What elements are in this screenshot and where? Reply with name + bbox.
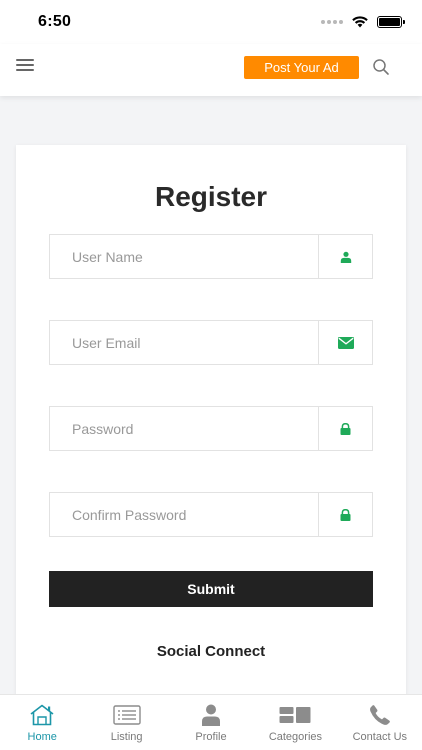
password-input[interactable] — [50, 407, 318, 450]
tab-contact-us[interactable]: Contact Us — [338, 695, 422, 750]
username-input[interactable] — [50, 235, 318, 278]
tab-label: Home — [27, 731, 57, 743]
phone-icon — [369, 703, 391, 727]
tab-listing[interactable]: Listing — [84, 695, 168, 750]
tab-profile[interactable]: Profile — [169, 695, 253, 750]
email-field — [49, 320, 373, 365]
tab-label: Profile — [195, 731, 227, 743]
status-bar: 6:50 — [0, 0, 422, 44]
tab-label: Categories — [268, 731, 323, 743]
tab-label: Contact Us — [352, 731, 408, 743]
bottom-tab-bar: Home Listing Profile Categories Contact … — [0, 694, 422, 750]
top-navigation: Post Your Ad — [0, 44, 422, 96]
post-your-ad-button[interactable]: Post Your Ad — [244, 56, 359, 79]
page-title: Register — [154, 181, 268, 212]
hamburger-menu-icon[interactable] — [16, 59, 34, 73]
username-field — [49, 234, 373, 279]
battery-icon — [377, 15, 405, 28]
submit-button[interactable]: Submit — [49, 571, 373, 607]
lock-icon — [318, 407, 372, 450]
status-icons — [321, 15, 405, 28]
register-card: Register User Name User Email Submit Soc… — [16, 145, 406, 705]
user-icon — [318, 235, 372, 278]
social-connect-heading: Social Connect — [156, 643, 266, 660]
wifi-icon — [352, 16, 368, 28]
person-icon — [201, 703, 221, 727]
envelope-icon — [318, 321, 372, 364]
cellular-signal-icon — [321, 19, 343, 24]
lock-icon — [318, 493, 372, 536]
tab-categories[interactable]: Categories — [253, 695, 337, 750]
search-icon[interactable] — [372, 58, 392, 78]
confirm-password-input[interactable] — [50, 493, 318, 536]
password-field — [49, 406, 373, 451]
confirm-password-field — [49, 492, 373, 537]
email-input[interactable] — [50, 321, 318, 364]
list-icon — [112, 703, 141, 727]
tab-home[interactable]: Home — [0, 695, 84, 750]
categories-icon — [279, 703, 311, 727]
status-time: 6:50 — [38, 13, 72, 30]
tab-label: Listing — [110, 731, 143, 743]
home-icon — [29, 703, 55, 727]
